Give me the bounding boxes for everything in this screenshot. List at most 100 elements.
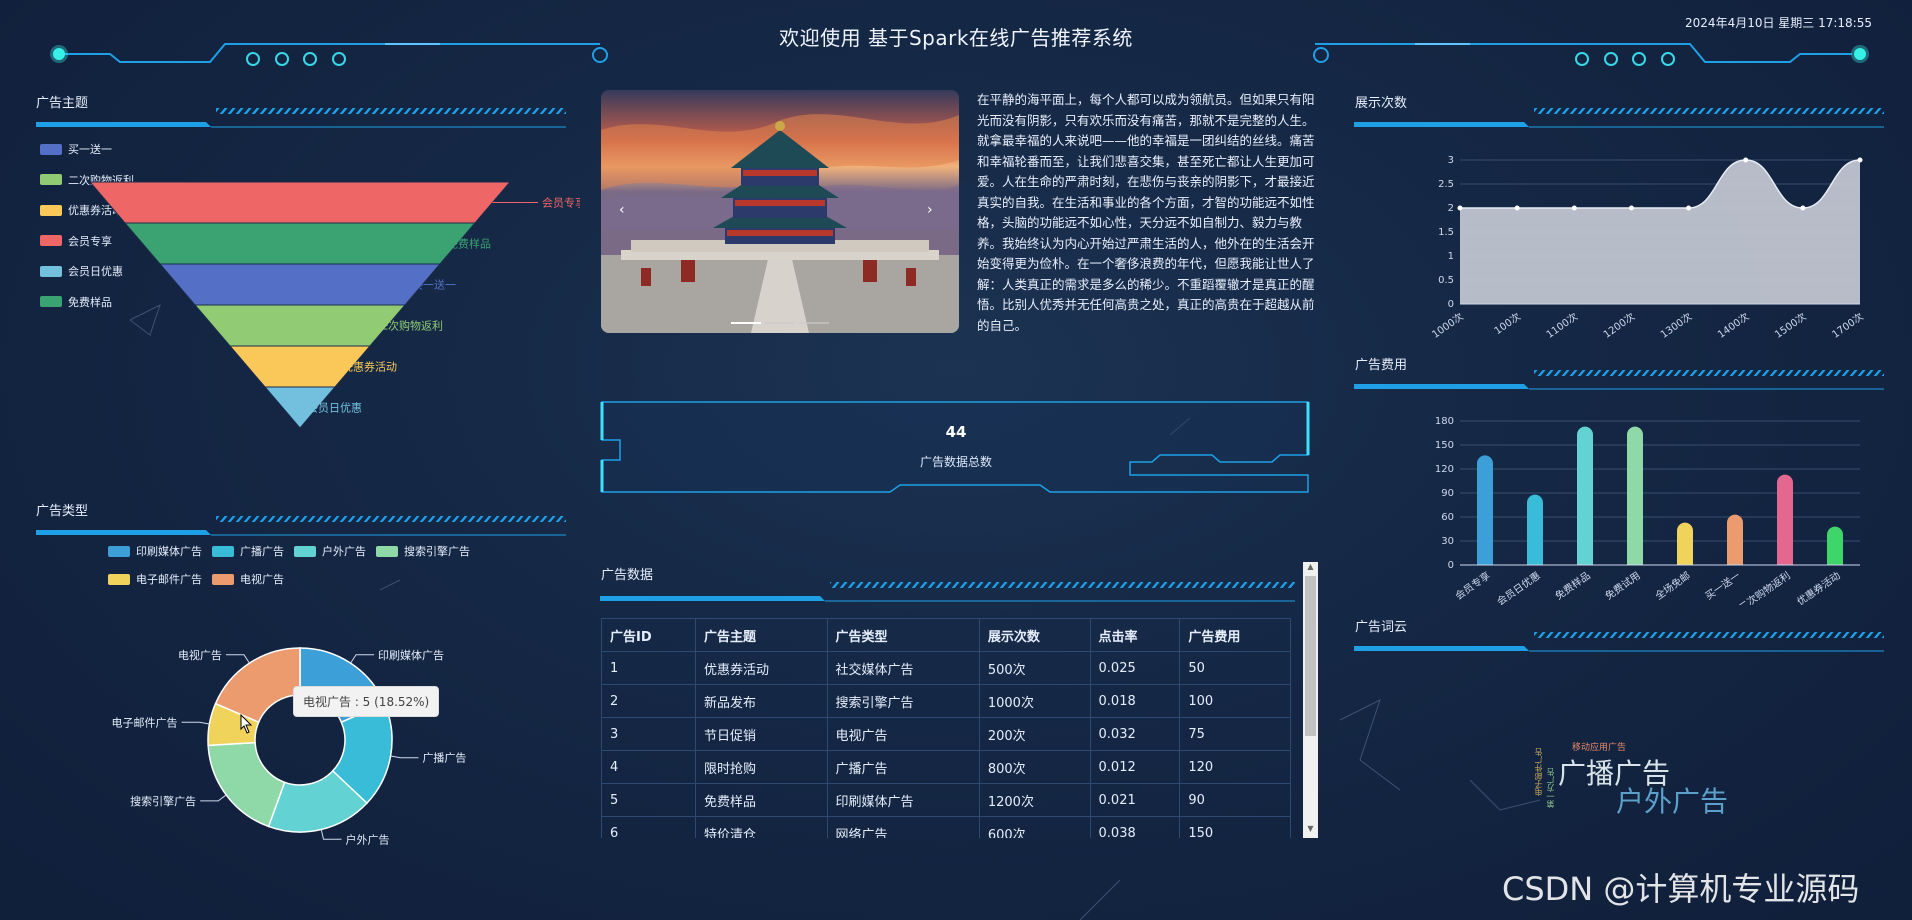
table-cell: 500次 xyxy=(978,651,1091,685)
bar[interactable] xyxy=(1627,426,1643,565)
data-point[interactable] xyxy=(1628,205,1634,211)
table-cell: 限时抢购 xyxy=(695,750,828,784)
wordcloud-word[interactable]: 电子邮件广告 xyxy=(1533,748,1544,796)
funnel-segment[interactable] xyxy=(123,222,477,265)
legend-item[interactable]: 电视广告 xyxy=(212,571,284,587)
theme-funnel-chart[interactable]: 会员专享免费样品买一送一二次购物返利优惠券活动会员日优惠 xyxy=(0,170,580,440)
table-scrollbar[interactable]: ▲ ▼ xyxy=(1303,562,1318,838)
y-tick-label: 120 xyxy=(1435,464,1454,475)
table-cell: 0.025 xyxy=(1089,651,1181,685)
y-tick-label: 60 xyxy=(1441,512,1454,523)
table-cell: 广播广告 xyxy=(826,750,980,784)
x-tick-label: 免费试用 xyxy=(1602,569,1642,603)
y-tick-label: 1.5 xyxy=(1438,227,1454,238)
carousel-dot[interactable] xyxy=(765,322,795,324)
table-cell: 1200次 xyxy=(978,783,1091,817)
bar[interactable] xyxy=(1527,494,1543,565)
legend-label: 印刷媒体广告 xyxy=(136,545,202,558)
funnel-segment[interactable] xyxy=(88,181,512,224)
wordcloud-word[interactable]: 户外广告 xyxy=(1616,780,1728,820)
carousel-dot[interactable] xyxy=(731,322,761,324)
table-row[interactable]: 1 优惠券活动 社交媒体广告 500次 0.025 50 xyxy=(601,651,1291,685)
carousel-dot[interactable] xyxy=(799,322,829,324)
funnel-segment[interactable] xyxy=(158,263,442,306)
bar[interactable] xyxy=(1577,426,1593,565)
summary-box-frame xyxy=(600,401,1310,493)
table-cell: 免费样品 xyxy=(695,783,828,817)
data-point[interactable] xyxy=(1743,157,1749,163)
data-point[interactable] xyxy=(1800,205,1806,211)
bar-base xyxy=(1627,557,1643,565)
legend-item[interactable]: 广播广告 xyxy=(212,543,284,559)
x-tick-label: 1000次 xyxy=(1429,310,1465,340)
table-cell: 120 xyxy=(1179,750,1291,784)
table-cell: 特价清仓 xyxy=(695,816,828,838)
y-tick-label: 2 xyxy=(1448,203,1454,214)
pie-label-line xyxy=(350,654,375,664)
column-header[interactable]: 广告类型 xyxy=(826,618,980,652)
table-cell: 1 xyxy=(601,651,697,685)
impressions-panel-title: 展示次数 xyxy=(1355,96,1408,111)
type-pie-chart[interactable]: 印刷媒体广告广播广告户外广告 搜索引擎广告 电子邮件广告 电视广告 xyxy=(80,620,510,850)
pie-label: 电子邮件广告 xyxy=(112,716,178,729)
x-tick-label: 1400次 xyxy=(1715,310,1751,340)
impressions-title-bar xyxy=(1354,108,1884,128)
impressions-area-chart[interactable]: 0 0.5 1 1.5 2 2.5 3 1000次 100次 1100次 1200次 1300次 140… xyxy=(1400,140,1900,340)
legend-item[interactable]: 买一送一 xyxy=(40,134,134,165)
pie-slice[interactable] xyxy=(207,741,286,828)
table-row[interactable]: 3 节日促销 电视广告 200次 0.032 75 xyxy=(601,717,1291,751)
data-point[interactable] xyxy=(1514,205,1520,211)
chevron-right-icon[interactable]: › xyxy=(927,202,933,218)
column-header[interactable]: 点击率 xyxy=(1089,618,1181,652)
data-table-container[interactable]: 广告ID 广告主题 广告类型 展示次数 点击率 广告费用 1 优惠券活动 社交媒体广… xyxy=(601,618,1291,838)
table-row[interactable]: 2 新品发布 搜索引擎广告 1000次 0.018 100 xyxy=(601,684,1291,718)
table-cell: 优惠券活动 xyxy=(695,651,828,685)
temple-image xyxy=(601,90,959,333)
x-tick-label: 1700次 xyxy=(1829,310,1865,340)
bar[interactable] xyxy=(1477,455,1493,565)
table-cell: 90 xyxy=(1179,783,1291,817)
table-panel-title: 广告数据 xyxy=(601,568,654,583)
chevron-left-icon[interactable]: ‹ xyxy=(619,202,625,218)
legend-item[interactable]: 电子邮件广告 xyxy=(108,571,202,587)
table-cell: 3 xyxy=(601,717,697,751)
x-tick-label: 优惠券活动 xyxy=(1794,569,1842,605)
column-header[interactable]: 广告费用 xyxy=(1179,618,1291,652)
wordcloud-word[interactable]: 第一方广告 xyxy=(1545,768,1556,808)
funnel-label: 优惠券活动 xyxy=(342,360,397,374)
image-carousel[interactable]: ‹ › xyxy=(601,90,959,333)
legend-item[interactable]: 户外广告 xyxy=(294,543,366,559)
y-tick-label: 90 xyxy=(1441,488,1454,499)
table-row[interactable]: 6 特价清仓 网络广告 600次 0.038 150 xyxy=(601,816,1291,838)
cost-bar-chart[interactable]: 0 30 60 90 120 150 180 会员专享 会员日优惠 免费样品 免费试用 全场免邮 买一送… xyxy=(1400,405,1900,605)
table-row[interactable]: 5 免费样品 印刷媒体广告 1200次 0.021 90 xyxy=(601,783,1291,817)
type-title-bar xyxy=(36,516,566,536)
scrollbar-thumb[interactable] xyxy=(1305,576,1316,736)
type-panel-title: 广告类型 xyxy=(36,504,89,519)
x-tick-label: 会员专享 xyxy=(1452,569,1492,603)
scroll-up-arrow-icon[interactable]: ▲ xyxy=(1303,562,1318,576)
summary-count: 44 xyxy=(945,423,967,441)
legend-label: 电子邮件广告 xyxy=(136,573,202,586)
data-point[interactable] xyxy=(1857,157,1863,163)
column-header[interactable]: 广告主题 xyxy=(695,618,828,652)
data-point[interactable] xyxy=(1571,205,1577,211)
wordcloud-title-bar xyxy=(1354,632,1884,652)
column-header[interactable]: 展示次数 xyxy=(978,618,1091,652)
pie-label: 印刷媒体广告 xyxy=(378,648,444,662)
table-cell: 0.032 xyxy=(1089,717,1181,751)
bar[interactable] xyxy=(1777,474,1793,565)
data-point[interactable] xyxy=(1686,205,1692,211)
y-tick-label: 150 xyxy=(1435,440,1454,451)
wordcloud-panel-title: 广告词云 xyxy=(1355,620,1408,635)
legend-item[interactable]: 印刷媒体广告 xyxy=(108,543,202,559)
scroll-down-arrow-icon[interactable]: ▼ xyxy=(1303,824,1318,838)
data-point[interactable] xyxy=(1457,205,1463,211)
table-row[interactable]: 4 限时抢购 广播广告 800次 0.012 120 xyxy=(601,750,1291,784)
legend-swatch xyxy=(212,545,234,557)
legend-item[interactable]: 搜索引擎广告 xyxy=(376,543,470,559)
column-header[interactable]: 广告ID xyxy=(601,618,697,652)
x-tick-label: 全场免邮 xyxy=(1652,569,1692,603)
table-cell: 800次 xyxy=(978,750,1091,784)
table-cell: 100 xyxy=(1179,684,1291,718)
